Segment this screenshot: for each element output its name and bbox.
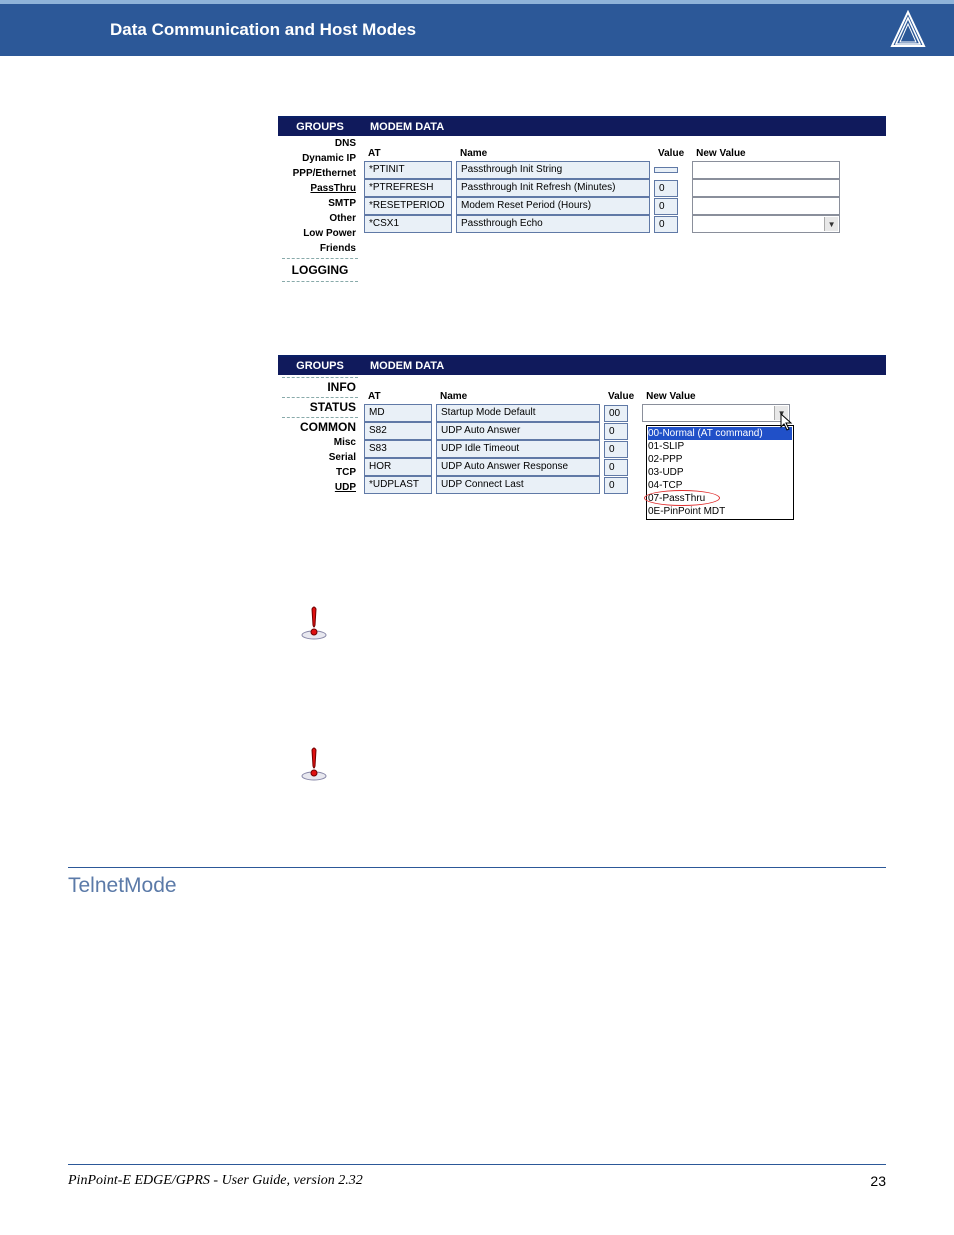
sidebar-item[interactable]: Friends xyxy=(278,241,362,256)
groups-header: GROUPS xyxy=(278,118,362,136)
sidebar-item[interactable]: DNS xyxy=(278,136,362,151)
name-cell: UDP Auto Answer Response xyxy=(436,458,600,476)
at-cell: *CSX1 xyxy=(364,215,452,233)
caution-icon xyxy=(298,605,330,641)
dropdown-option[interactable]: 0E-PinPoint MDT xyxy=(648,505,792,518)
col-value: Value xyxy=(652,146,690,161)
name-cell: Passthrough Init Refresh (Minutes) xyxy=(456,179,650,197)
value-cell: 0 xyxy=(604,477,628,494)
sidebar-item-status[interactable]: STATUS xyxy=(278,400,362,415)
name-cell: UDP Auto Answer xyxy=(436,422,600,440)
value-cell: 0 xyxy=(654,180,678,197)
table-row: *UDPLAST UDP Connect Last 0 xyxy=(362,476,886,494)
sidebar-item-udp[interactable]: UDP xyxy=(278,480,362,495)
at-cell: MD xyxy=(364,404,432,422)
table-row: *PTINIT Passthrough Init String xyxy=(362,161,886,179)
sidebar-item[interactable]: SMTP xyxy=(278,196,362,211)
at-cell: S82 xyxy=(364,422,432,440)
dropdown-option[interactable]: 01-SLIP xyxy=(648,440,792,453)
dropdown-option[interactable]: 02-PPP xyxy=(648,453,792,466)
modem-data-header: MODEM DATA xyxy=(362,357,886,375)
groups-header: GROUPS xyxy=(278,357,362,375)
new-value-input[interactable] xyxy=(692,161,840,179)
config-table: AT Name Value New Value *PTINIT Passthro… xyxy=(362,146,886,233)
table-row: HOR UDP Auto Answer Response 0 xyxy=(362,458,886,476)
name-cell: Startup Mode Default xyxy=(436,404,600,422)
page-footer: PinPoint-E EDGE/GPRS - User Guide, versi… xyxy=(68,1164,886,1189)
col-newv: New Value xyxy=(640,389,886,404)
at-cell: *UDPLAST xyxy=(364,476,432,494)
screenshot-passthru: GROUPS DNS Dynamic IP PPP/Ethernet PassT… xyxy=(278,116,886,285)
name-cell: Passthrough Init String xyxy=(456,161,650,179)
new-value-input[interactable] xyxy=(692,197,840,215)
content-area: GROUPS DNS Dynamic IP PPP/Ethernet PassT… xyxy=(0,56,954,787)
config-table: AT Name Value New Value MD Startup Mode … xyxy=(362,389,886,494)
value-cell: 0 xyxy=(654,216,678,233)
sidebar-item-info[interactable]: INFO xyxy=(278,380,362,395)
sidebar-item[interactable]: Misc xyxy=(278,435,362,450)
sidebar-item[interactable]: TCP xyxy=(278,465,362,480)
col-at: AT xyxy=(362,146,454,161)
caution-icon xyxy=(298,746,330,782)
sidebar-item[interactable]: Other xyxy=(278,211,362,226)
at-cell: *RESETPERIOD xyxy=(364,197,452,215)
sidebar-item[interactable]: Serial xyxy=(278,450,362,465)
name-cell: UDP Idle Timeout xyxy=(436,440,600,458)
chevron-down-icon: ▼ xyxy=(774,406,788,420)
value-cell: 0 xyxy=(604,459,628,476)
dropdown-option[interactable]: 07-PassThru xyxy=(648,492,792,505)
value-cell: 0 xyxy=(654,198,678,215)
caution-block-2 xyxy=(298,746,886,787)
col-name: Name xyxy=(434,389,602,404)
telnet-heading: TelnetMode xyxy=(68,874,954,898)
startup-mode-dropdown[interactable]: 00-Normal (AT command) 01-SLIP 02-PPP 03… xyxy=(646,425,794,520)
table-row: S82 UDP Auto Answer 0 xyxy=(362,422,886,440)
at-cell: HOR xyxy=(364,458,432,476)
table-row: *CSX1 Passthrough Echo 0 ▼ xyxy=(362,215,886,233)
at-cell: S83 xyxy=(364,440,432,458)
name-cell: Passthrough Echo xyxy=(456,215,650,233)
header-title: Data Communication and Host Modes xyxy=(110,20,416,40)
dropdown-option[interactable]: 03-UDP xyxy=(648,466,792,479)
value-cell xyxy=(654,167,678,173)
section-separator xyxy=(68,867,886,868)
sidebar-item-passthru[interactable]: PassThru xyxy=(278,181,362,196)
name-cell: UDP Connect Last xyxy=(436,476,600,494)
brand-logo-icon xyxy=(886,10,930,50)
dropdown-option[interactable]: 00-Normal (AT command) xyxy=(648,427,792,440)
new-value-input[interactable] xyxy=(692,179,840,197)
sidebar-item-common[interactable]: COMMON xyxy=(278,420,362,435)
modem-data-header: MODEM DATA xyxy=(362,118,886,136)
value-cell: 0 xyxy=(604,423,628,440)
sidebar-item[interactable]: Low Power xyxy=(278,226,362,241)
screenshot-udp: GROUPS INFO STATUS COMMON Misc Serial TC… xyxy=(278,355,886,535)
sidebar-item[interactable]: PPP/Ethernet xyxy=(278,166,362,181)
table-row: *RESETPERIOD Modem Reset Period (Hours) … xyxy=(362,197,886,215)
chevron-down-icon: ▼ xyxy=(824,217,838,231)
col-newv: New Value xyxy=(690,146,886,161)
startup-mode-select[interactable]: ▼ xyxy=(642,404,790,422)
value-cell: 0 xyxy=(604,441,628,458)
name-cell: Modem Reset Period (Hours) xyxy=(456,197,650,215)
col-at: AT xyxy=(362,389,434,404)
table-row: MD Startup Mode Default 00 ▼ xyxy=(362,404,886,422)
page-header: Data Communication and Host Modes xyxy=(0,0,954,56)
sidebar-logging[interactable]: LOGGING xyxy=(278,261,362,279)
at-cell: *PTREFRESH xyxy=(364,179,452,197)
col-name: Name xyxy=(454,146,652,161)
at-cell: *PTINIT xyxy=(364,161,452,179)
new-value-select[interactable]: ▼ xyxy=(692,215,840,233)
footer-text: PinPoint-E EDGE/GPRS - User Guide, versi… xyxy=(68,1173,363,1189)
value-cell: 00 xyxy=(604,405,628,422)
page-number: 23 xyxy=(870,1173,886,1189)
col-value: Value xyxy=(602,389,640,404)
table-row: *PTREFRESH Passthrough Init Refresh (Min… xyxy=(362,179,886,197)
dropdown-option[interactable]: 04-TCP xyxy=(648,479,792,492)
sidebar-item[interactable]: Dynamic IP xyxy=(278,151,362,166)
table-row: S83 UDP Idle Timeout 0 xyxy=(362,440,886,458)
caution-block-1 xyxy=(298,605,886,646)
